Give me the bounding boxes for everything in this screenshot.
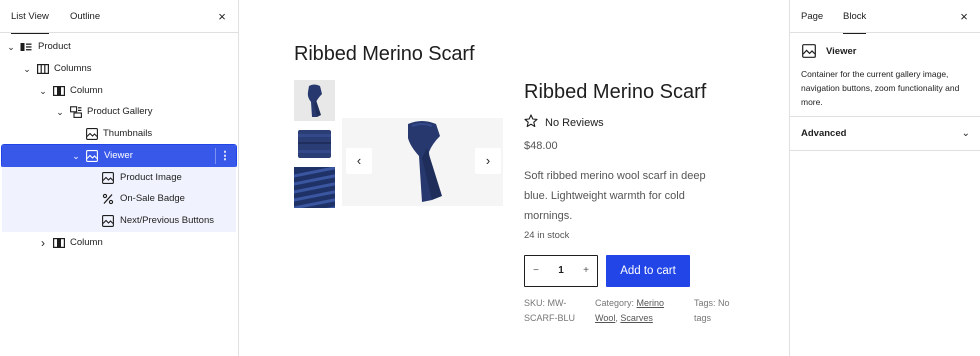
category-link[interactable]: Merino [637, 298, 665, 308]
tree-label: Viewer [104, 150, 133, 161]
chevron-right-icon[interactable]: › [37, 232, 49, 254]
chevron-down-icon[interactable]: ⌄ [37, 80, 49, 102]
add-to-cart-button[interactable]: Add to cart [606, 255, 690, 287]
tree-item-thumbnails[interactable]: Thumbnails [2, 123, 236, 145]
tree-item-viewer[interactable]: ⌄ Viewer ⋮ [1, 144, 237, 168]
image-icon [86, 150, 98, 162]
product-description[interactable]: Soft ribbed merino wool scarf in deep bl… [524, 166, 724, 226]
quantity-increase-button[interactable]: + [579, 256, 593, 286]
product-category: Category: Merino Wool, Scarves [595, 296, 664, 326]
settings-tabs: Page Block × [790, 0, 980, 34]
tree-label: On-Sale Badge [120, 193, 185, 204]
settings-sidebar: Page Block × Viewer Container for the cu… [789, 0, 980, 356]
tab-list-view[interactable]: List View [11, 0, 49, 34]
image-icon [86, 128, 98, 140]
chevron-down-icon[interactable]: ⌄ [21, 58, 33, 80]
columns-icon [37, 64, 49, 75]
tree-label: Next/Previous Buttons [120, 215, 214, 226]
product-sku: SKU: MW- SCARF-BLU [524, 296, 575, 326]
scarf-image [294, 80, 335, 121]
quantity-input[interactable]: 1 [551, 256, 571, 286]
editor-canvas: Ribbed Merino Scarf ‹ › Ribbed Merino Sc… [239, 0, 789, 356]
page-title[interactable]: Ribbed Merino Scarf [294, 43, 475, 66]
tree-item-columns[interactable]: ⌄ Columns [2, 58, 236, 80]
tree-label: Column [70, 85, 103, 96]
tags-line: tags [694, 313, 712, 323]
product-price[interactable]: $48.00 [524, 140, 558, 152]
tree-item-product[interactable]: ⌄ Product [2, 36, 236, 58]
image-icon [802, 44, 816, 58]
sku-line: SKU: MW- [524, 298, 567, 308]
list-view-tabs: List View Outline × [0, 0, 238, 34]
tab-block[interactable]: Block [843, 0, 867, 34]
sku-line: SCARF-BLU [524, 313, 576, 323]
tree-label: Product [38, 41, 71, 52]
block-description: Container for the current gallery image,… [801, 69, 960, 107]
divider [215, 148, 216, 164]
block-card: Viewer Container for the current gallery… [790, 33, 980, 117]
gallery-prev-button[interactable]: ‹ [346, 148, 372, 174]
scarf-folded-image [294, 124, 335, 165]
tree-item-product-gallery[interactable]: ⌄ Product Gallery [2, 101, 236, 123]
percent-icon [102, 193, 114, 205]
image-icon [102, 215, 114, 227]
tree-item-on-sale-badge[interactable]: On-Sale Badge [2, 188, 236, 210]
category-link[interactable]: Wool [595, 313, 615, 323]
close-list-view-icon[interactable]: × [212, 0, 232, 33]
star-icon [524, 114, 538, 128]
close-settings-icon[interactable]: × [954, 0, 974, 33]
tree-label: Columns [54, 63, 92, 74]
options-icon[interactable]: ⋮ [218, 145, 232, 167]
tree-item-product-image[interactable]: Product Image [2, 167, 236, 189]
column-icon [53, 86, 65, 97]
tree-label: Product Gallery [87, 106, 153, 117]
gallery-thumbnail[interactable] [294, 80, 335, 121]
quantity-decrease-button[interactable]: − [529, 256, 543, 286]
tree-label: Thumbnails [103, 128, 153, 139]
block-title: Viewer [826, 46, 857, 57]
stock-status[interactable]: 24 in stock [524, 230, 569, 241]
advanced-panel-toggle[interactable]: Advanced ⌄ [790, 117, 980, 151]
image-icon [102, 172, 114, 184]
tab-page[interactable]: Page [801, 0, 823, 33]
product-tags: Tags: No tags [694, 296, 730, 326]
reviews-label: No Reviews [545, 117, 604, 129]
product-title[interactable]: Ribbed Merino Scarf [524, 81, 706, 104]
column-icon [53, 238, 65, 249]
chevron-down-icon: ⌄ [961, 128, 970, 139]
product-icon [20, 43, 32, 51]
chevron-down-icon[interactable]: ⌄ [5, 36, 17, 58]
quantity-stepper[interactable]: − 1 + [524, 255, 598, 287]
tree-item-next-previous-buttons[interactable]: Next/Previous Buttons [2, 210, 236, 232]
gallery-next-button[interactable]: › [475, 148, 501, 174]
tree-label: Column [70, 237, 103, 248]
advanced-label: Advanced [801, 128, 847, 139]
gallery-icon [70, 106, 82, 118]
scarf-texture-image [294, 167, 335, 208]
gallery-thumbnail[interactable] [294, 124, 335, 165]
category-link[interactable]: Scarves [620, 313, 653, 323]
tree-item-column[interactable]: ⌄ Column [2, 80, 236, 102]
product-reviews[interactable]: No Reviews [524, 114, 604, 130]
tree-item-column-2[interactable]: › Column [2, 232, 236, 254]
list-view-panel: List View Outline × ⌄ Product ⌄ Columns … [0, 0, 239, 356]
category-label: Category: [595, 298, 637, 308]
tags-line: Tags: No [694, 298, 730, 308]
tree-label: Product Image [120, 172, 182, 183]
gallery-thumbnail[interactable] [294, 167, 335, 208]
chevron-down-icon[interactable]: ⌄ [54, 101, 66, 123]
tab-outline[interactable]: Outline [70, 0, 100, 33]
chevron-down-icon[interactable]: ⌄ [70, 145, 82, 167]
